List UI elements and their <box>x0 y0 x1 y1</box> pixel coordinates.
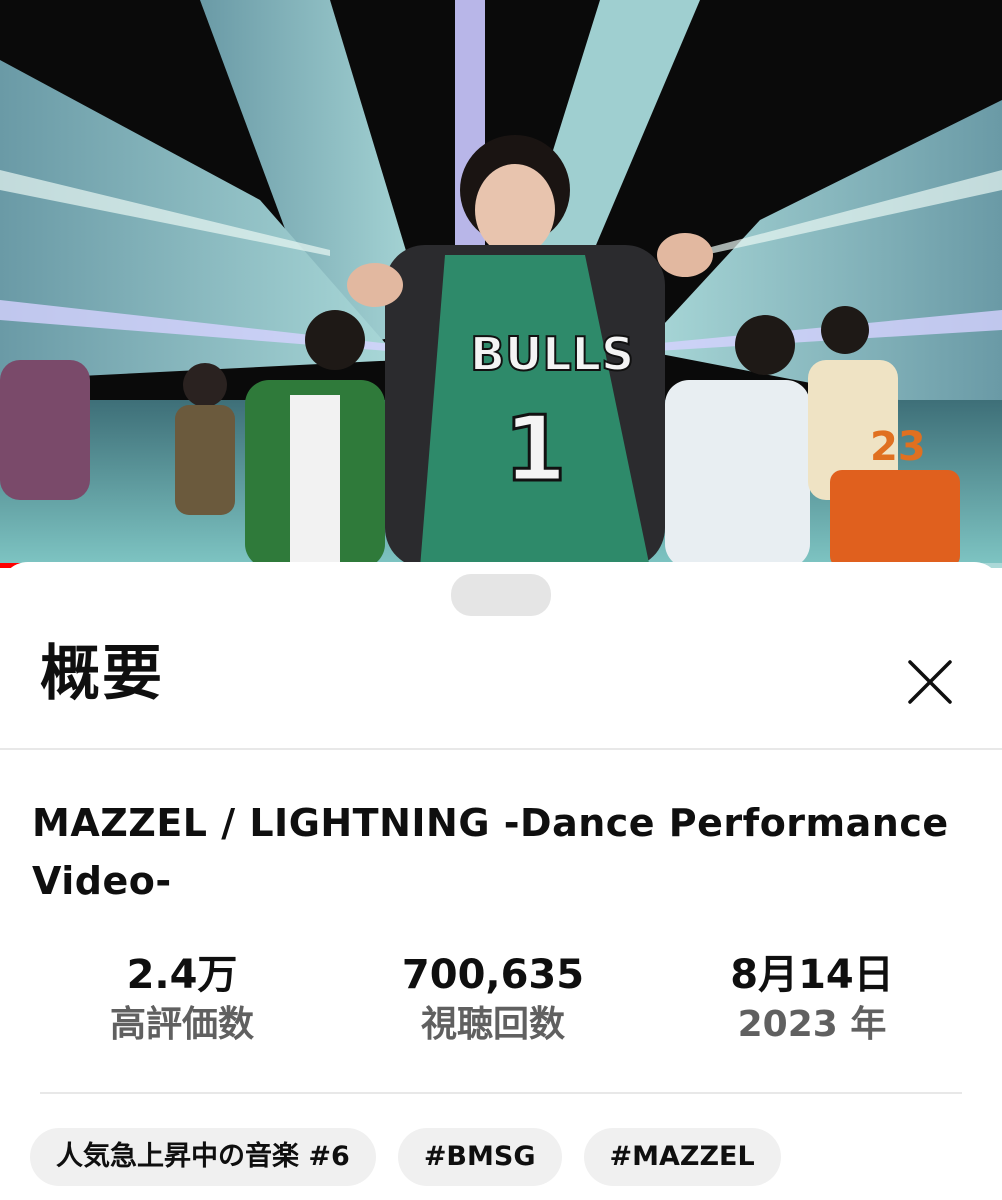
hashtag-chips: 人気急上昇中の音楽 #6 #BMSG #MAZZEL <box>30 1128 781 1186</box>
dancer-left-1 <box>175 363 235 515</box>
header-divider <box>0 748 1002 750</box>
svg-text:23: 23 <box>870 424 926 470</box>
description-sheet: 概要 MAZZEL / LIGHTNING -Dance Performance… <box>0 562 1002 1194</box>
video-frame: 23 BULLS 1 <box>0 0 1002 568</box>
svg-text:1: 1 <box>504 397 567 502</box>
stat-views: 700,635 視聴回数 <box>343 950 643 1050</box>
stat-date-value: 8月14日 <box>730 952 894 998</box>
sheet-title: 概要 <box>40 639 164 709</box>
video-title: MAZZEL / LIGHTNING -Dance Performance Vi… <box>32 801 949 903</box>
stat-views-value: 700,635 <box>401 952 585 998</box>
close-icon <box>908 660 952 704</box>
stat-date-year: 2023 年 <box>737 1004 887 1045</box>
drag-handle[interactable] <box>451 574 551 616</box>
stat-views-label: 視聴回数 <box>420 1004 565 1045</box>
stats-divider <box>40 1092 962 1094</box>
close-button[interactable] <box>900 652 960 712</box>
chip-mazzel[interactable]: #MAZZEL <box>583 1128 781 1186</box>
stat-likes-label: 高評価数 <box>109 1004 254 1045</box>
svg-text:BULLS: BULLS <box>470 327 634 381</box>
chip-trending-music[interactable]: 人気急上昇中の音楽 #6 <box>30 1128 376 1186</box>
dancer-left-edge <box>0 360 90 500</box>
stat-date: 8月14日 2023 年 <box>662 950 962 1050</box>
stat-likes: 2.4万 高評価数 <box>32 950 332 1050</box>
chip-bmsg[interactable]: #BMSG <box>397 1128 562 1186</box>
video-player[interactable]: 23 BULLS 1 <box>0 0 1002 568</box>
stat-likes-value: 2.4万 <box>126 952 238 998</box>
